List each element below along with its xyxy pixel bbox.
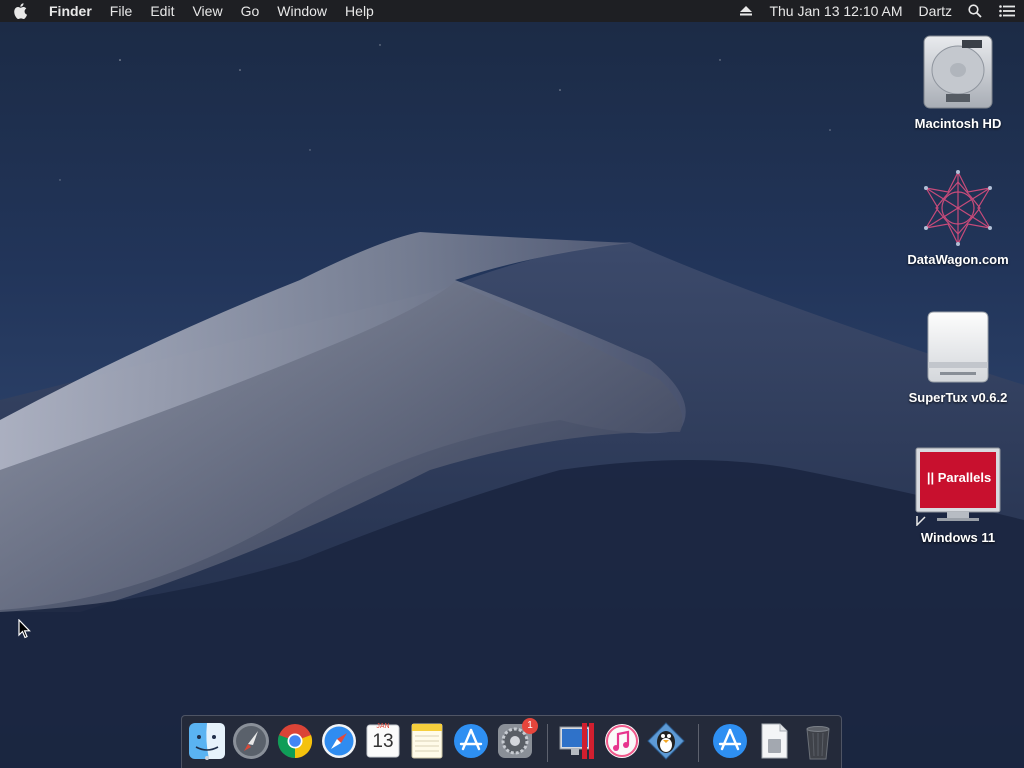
finder-icon bbox=[189, 723, 225, 759]
calendar-day: 13 bbox=[372, 731, 394, 752]
desktop-item-label: Windows 11 bbox=[920, 530, 996, 545]
chrome-icon bbox=[277, 724, 313, 759]
menu-file[interactable]: File bbox=[101, 0, 142, 22]
calendar-month: JAN bbox=[376, 723, 390, 730]
desktop-item-supertux[interactable]: SuperTux v0.6.2 bbox=[898, 306, 1018, 405]
notification-center-icon bbox=[999, 5, 1015, 17]
mouse-cursor-icon bbox=[18, 619, 31, 639]
menu-window[interactable]: Window bbox=[268, 0, 336, 22]
hard-drive-icon bbox=[923, 35, 993, 109]
menu-bar: Finder File Edit View Go Window Help Thu… bbox=[0, 0, 1024, 22]
dock: JAN 13 1 bbox=[181, 715, 842, 768]
desktop-item-windows-11[interactable]: || Parallels Windows 11 bbox=[898, 446, 1018, 545]
notes-icon bbox=[411, 723, 443, 759]
dock-separator bbox=[698, 724, 699, 762]
desktop-item-macintosh-hd[interactable]: Macintosh HD bbox=[898, 32, 1018, 131]
dock-downloads[interactable] bbox=[710, 721, 750, 761]
dock-separator bbox=[547, 724, 548, 762]
network-star-icon bbox=[924, 170, 992, 246]
dock-finder[interactable] bbox=[187, 721, 227, 761]
parallels-icon bbox=[559, 723, 594, 759]
parallels-vm-icon bbox=[915, 447, 1001, 527]
desktop-item-label: Macintosh HD bbox=[914, 116, 1002, 131]
dock-system-preferences[interactable]: 1 bbox=[495, 718, 538, 761]
dock-itunes[interactable] bbox=[602, 721, 642, 761]
dock-document[interactable] bbox=[754, 721, 794, 761]
notification-center-button[interactable] bbox=[990, 0, 1024, 22]
dock-parallels[interactable] bbox=[558, 721, 598, 761]
desktop-item-label: SuperTux v0.6.2 bbox=[908, 390, 1008, 405]
dock-app-store[interactable] bbox=[451, 721, 491, 761]
downloads-appstore-icon bbox=[713, 724, 747, 758]
menu-go[interactable]: Go bbox=[232, 0, 269, 22]
trash-icon bbox=[806, 726, 830, 760]
app-store-icon bbox=[454, 724, 488, 758]
dock-calendar[interactable]: JAN 13 bbox=[363, 721, 403, 761]
document-icon bbox=[761, 723, 788, 759]
menu-user[interactable]: Dartz bbox=[911, 0, 960, 22]
menu-edit[interactable]: Edit bbox=[141, 0, 183, 22]
apple-icon bbox=[14, 3, 27, 19]
spotlight-button[interactable] bbox=[960, 0, 990, 22]
dock-trash[interactable] bbox=[798, 721, 838, 761]
itunes-icon bbox=[605, 724, 639, 758]
eject-menu[interactable] bbox=[731, 0, 761, 22]
desktop-item-datawagon[interactable]: DataWagon.com bbox=[898, 168, 1018, 267]
dock-safari[interactable] bbox=[319, 721, 359, 761]
parallels-logo-text: || Parallels bbox=[926, 470, 992, 485]
launchpad-icon bbox=[233, 723, 269, 759]
desktop-item-label: DataWagon.com bbox=[907, 252, 1009, 267]
removable-disk-icon bbox=[927, 311, 989, 383]
spotlight-search-icon bbox=[968, 4, 982, 18]
eject-icon bbox=[740, 6, 753, 16]
dock-supertux[interactable] bbox=[646, 721, 686, 761]
notification-badge: 1 bbox=[522, 718, 538, 734]
menu-view[interactable]: View bbox=[183, 0, 231, 22]
menu-help[interactable]: Help bbox=[336, 0, 383, 22]
desktop-wallpaper bbox=[0, 44, 1024, 768]
menu-app-name[interactable]: Finder bbox=[40, 0, 101, 22]
dock-chrome[interactable] bbox=[275, 721, 315, 761]
safari-icon bbox=[322, 724, 356, 758]
menu-clock[interactable]: Thu Jan 13 12:10 AM bbox=[761, 0, 910, 22]
dock-notes[interactable] bbox=[407, 721, 447, 761]
dock-launchpad[interactable] bbox=[231, 721, 271, 761]
supertux-icon bbox=[647, 722, 685, 760]
apple-menu[interactable] bbox=[0, 0, 40, 22]
running-indicator bbox=[205, 756, 209, 760]
